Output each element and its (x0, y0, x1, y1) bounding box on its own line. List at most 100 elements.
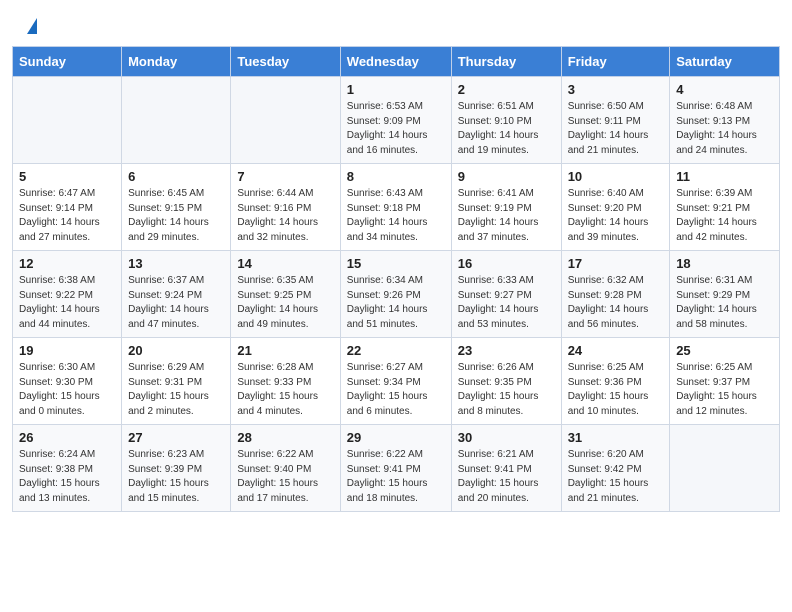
calendar-cell: 17Sunrise: 6:32 AMSunset: 9:28 PMDayligh… (561, 251, 670, 338)
calendar-cell: 12Sunrise: 6:38 AMSunset: 9:22 PMDayligh… (13, 251, 122, 338)
weekday-header-thursday: Thursday (451, 47, 561, 77)
calendar-cell (122, 77, 231, 164)
calendar-cell: 7 Sunrise: 6:44 AMSunset: 9:16 PMDaylight… (231, 164, 340, 251)
calendar-cell: 31 Sunrise: 6:20 AMSunset: 9:42 PMDayligh… (561, 425, 670, 512)
day-number: 6 (128, 169, 224, 184)
weekday-header-friday: Friday (561, 47, 670, 77)
day-info: Sunrise: 6:47 AMSunset: 9:14 PMDaylight:… (19, 187, 115, 245)
day-number: 14 (237, 256, 333, 271)
logo (24, 18, 37, 36)
day-info: Sunrise: 6:53 AMSunset: 9:09 PMDaylight:… (347, 100, 445, 158)
calendar-cell: 9 Sunrise: 6:41 AMSunset: 9:19 PMDaylight… (451, 164, 561, 251)
day-number: 4 (676, 82, 773, 97)
day-info: Sunrise: 6:27 AMSunset: 9:34 PMDaylight:… (347, 361, 445, 419)
day-number: 7 (237, 169, 333, 184)
calendar-table: SundayMondayTuesdayWednesdayThursdayFrid… (12, 46, 780, 512)
weekday-header-tuesday: Tuesday (231, 47, 340, 77)
day-number: 3 (568, 82, 664, 97)
day-info: Sunrise: 6:48 AMSunset: 9:13 PMDaylight:… (676, 100, 773, 158)
day-number: 2 (458, 82, 555, 97)
calendar-cell: 1 Sunrise: 6:53 AMSunset: 9:09 PMDaylight… (340, 77, 451, 164)
day-number: 22 (347, 343, 445, 358)
calendar-cell: 11Sunrise: 6:39 AMSunset: 9:21 PMDayligh… (670, 164, 780, 251)
calendar-cell: 10 Sunrise: 6:40 AMSunset: 9:20 PMDayligh… (561, 164, 670, 251)
day-info: Sunrise: 6:30 AMSunset: 9:30 PMDaylight:… (19, 361, 115, 419)
day-info: Sunrise: 6:40 AMSunset: 9:20 PMDaylight:… (568, 187, 664, 245)
day-info: Sunrise: 6:50 AMSunset: 9:11 PMDaylight:… (568, 100, 664, 158)
calendar-cell: 25 Sunrise: 6:25 AMSunset: 9:37 PMDayligh… (670, 338, 780, 425)
day-number: 5 (19, 169, 115, 184)
day-info: Sunrise: 6:23 AMSunset: 9:39 PMDaylight:… (128, 448, 224, 506)
calendar-cell: 27Sunrise: 6:23 AMSunset: 9:39 PMDayligh… (122, 425, 231, 512)
day-info: Sunrise: 6:41 AMSunset: 9:19 PMDaylight:… (458, 187, 555, 245)
calendar-cell: 29 Sunrise: 6:22 AMSunset: 9:41 PMDayligh… (340, 425, 451, 512)
calendar-cell: 14 Sunrise: 6:35 AMSunset: 9:25 PMDayligh… (231, 251, 340, 338)
day-info: Sunrise: 6:28 AMSunset: 9:33 PMDaylight:… (237, 361, 333, 419)
calendar-cell (13, 77, 122, 164)
day-number: 13 (128, 256, 224, 271)
calendar-cell (670, 425, 780, 512)
day-number: 11 (676, 169, 773, 184)
weekday-header-sunday: Sunday (13, 47, 122, 77)
day-number: 31 (568, 430, 664, 445)
calendar-cell: 3 Sunrise: 6:50 AMSunset: 9:11 PMDaylight… (561, 77, 670, 164)
weekday-header-wednesday: Wednesday (340, 47, 451, 77)
day-number: 10 (568, 169, 664, 184)
calendar-wrapper: SundayMondayTuesdayWednesdayThursdayFrid… (0, 46, 792, 524)
day-info: Sunrise: 6:25 AMSunset: 9:36 PMDaylight:… (568, 361, 664, 419)
weekday-header-saturday: Saturday (670, 47, 780, 77)
calendar-cell: 13 Sunrise: 6:37 AMSunset: 9:24 PMDayligh… (122, 251, 231, 338)
day-info: Sunrise: 6:37 AMSunset: 9:24 PMDaylight:… (128, 274, 224, 332)
weekday-header-monday: Monday (122, 47, 231, 77)
calendar-week-row: 5 Sunrise: 6:47 AMSunset: 9:14 PMDaylight… (13, 164, 780, 251)
day-info: Sunrise: 6:35 AMSunset: 9:25 PMDaylight:… (237, 274, 333, 332)
calendar-week-row: 1 Sunrise: 6:53 AMSunset: 9:09 PMDaylight… (13, 77, 780, 164)
logo-triangle-icon (27, 18, 37, 34)
calendar-cell: 22 Sunrise: 6:27 AMSunset: 9:34 PMDayligh… (340, 338, 451, 425)
day-number: 26 (19, 430, 115, 445)
calendar-cell: 6 Sunrise: 6:45 AMSunset: 9:15 PMDaylight… (122, 164, 231, 251)
weekday-header-row: SundayMondayTuesdayWednesdayThursdayFrid… (13, 47, 780, 77)
day-number: 19 (19, 343, 115, 358)
calendar-cell: 4 Sunrise: 6:48 AMSunset: 9:13 PMDaylight… (670, 77, 780, 164)
day-info: Sunrise: 6:31 AMSunset: 9:29 PMDaylight:… (676, 274, 773, 332)
day-info: Sunrise: 6:25 AMSunset: 9:37 PMDaylight:… (676, 361, 773, 419)
day-number: 23 (458, 343, 555, 358)
day-info: Sunrise: 6:29 AMSunset: 9:31 PMDaylight:… (128, 361, 224, 419)
day-info: Sunrise: 6:22 AMSunset: 9:40 PMDaylight:… (237, 448, 333, 506)
day-info: Sunrise: 6:43 AMSunset: 9:18 PMDaylight:… (347, 187, 445, 245)
calendar-cell: 5 Sunrise: 6:47 AMSunset: 9:14 PMDaylight… (13, 164, 122, 251)
day-info: Sunrise: 6:34 AMSunset: 9:26 PMDaylight:… (347, 274, 445, 332)
day-number: 25 (676, 343, 773, 358)
day-info: Sunrise: 6:24 AMSunset: 9:38 PMDaylight:… (19, 448, 115, 506)
calendar-cell: 23 Sunrise: 6:26 AMSunset: 9:35 PMDayligh… (451, 338, 561, 425)
calendar-cell: 30Sunrise: 6:21 AMSunset: 9:41 PMDayligh… (451, 425, 561, 512)
day-number: 9 (458, 169, 555, 184)
day-info: Sunrise: 6:45 AMSunset: 9:15 PMDaylight:… (128, 187, 224, 245)
day-number: 24 (568, 343, 664, 358)
page-header (0, 0, 792, 46)
calendar-cell: 8Sunrise: 6:43 AMSunset: 9:18 PMDaylight… (340, 164, 451, 251)
day-number: 29 (347, 430, 445, 445)
day-number: 28 (237, 430, 333, 445)
day-number: 12 (19, 256, 115, 271)
calendar-cell: 28 Sunrise: 6:22 AMSunset: 9:40 PMDayligh… (231, 425, 340, 512)
day-number: 20 (128, 343, 224, 358)
calendar-cell: 26 Sunrise: 6:24 AMSunset: 9:38 PMDayligh… (13, 425, 122, 512)
calendar-cell: 2 Sunrise: 6:51 AMSunset: 9:10 PMDaylight… (451, 77, 561, 164)
calendar-cell (231, 77, 340, 164)
calendar-week-row: 19 Sunrise: 6:30 AMSunset: 9:30 PMDayligh… (13, 338, 780, 425)
day-info: Sunrise: 6:22 AMSunset: 9:41 PMDaylight:… (347, 448, 445, 506)
calendar-cell: 21Sunrise: 6:28 AMSunset: 9:33 PMDayligh… (231, 338, 340, 425)
calendar-cell: 16Sunrise: 6:33 AMSunset: 9:27 PMDayligh… (451, 251, 561, 338)
day-info: Sunrise: 6:51 AMSunset: 9:10 PMDaylight:… (458, 100, 555, 158)
day-info: Sunrise: 6:32 AMSunset: 9:28 PMDaylight:… (568, 274, 664, 332)
day-number: 1 (347, 82, 445, 97)
calendar-week-row: 26 Sunrise: 6:24 AMSunset: 9:38 PMDayligh… (13, 425, 780, 512)
calendar-cell: 19 Sunrise: 6:30 AMSunset: 9:30 PMDayligh… (13, 338, 122, 425)
day-info: Sunrise: 6:26 AMSunset: 9:35 PMDaylight:… (458, 361, 555, 419)
day-number: 16 (458, 256, 555, 271)
day-info: Sunrise: 6:20 AMSunset: 9:42 PMDaylight:… (568, 448, 664, 506)
calendar-cell: 24 Sunrise: 6:25 AMSunset: 9:36 PMDayligh… (561, 338, 670, 425)
day-info: Sunrise: 6:44 AMSunset: 9:16 PMDaylight:… (237, 187, 333, 245)
